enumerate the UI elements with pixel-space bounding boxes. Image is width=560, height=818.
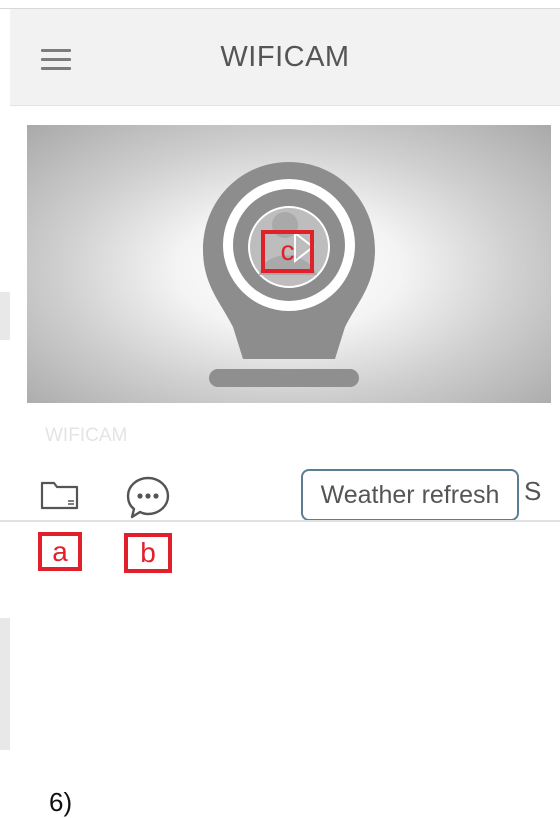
status-strip	[0, 0, 560, 9]
folder-icon[interactable]	[40, 479, 80, 516]
camera-name-label: WIFICAM	[45, 425, 128, 446]
toolbar-divider	[0, 520, 560, 522]
annotation-marker-b: b	[124, 533, 172, 573]
annotation-marker-a: a	[38, 532, 82, 571]
left-edge-shadow	[0, 292, 10, 340]
caption-number: 6)	[49, 787, 73, 817]
chat-bubble-icon[interactable]	[124, 475, 172, 526]
annotation-label-c: c	[280, 235, 295, 266]
left-edge-shadow	[0, 618, 10, 750]
app-bar: WIFICAM	[10, 9, 560, 106]
weather-refresh-button[interactable]: Weather refresh	[301, 469, 519, 521]
annotation-label-b: b	[140, 537, 156, 568]
clipped-text: S	[524, 476, 542, 506]
annotation-label-a: a	[52, 536, 68, 567]
annotation-marker-c: c	[261, 230, 314, 273]
page-title: WIFICAM	[220, 41, 350, 73]
camera-preview[interactable]: c	[27, 125, 551, 403]
